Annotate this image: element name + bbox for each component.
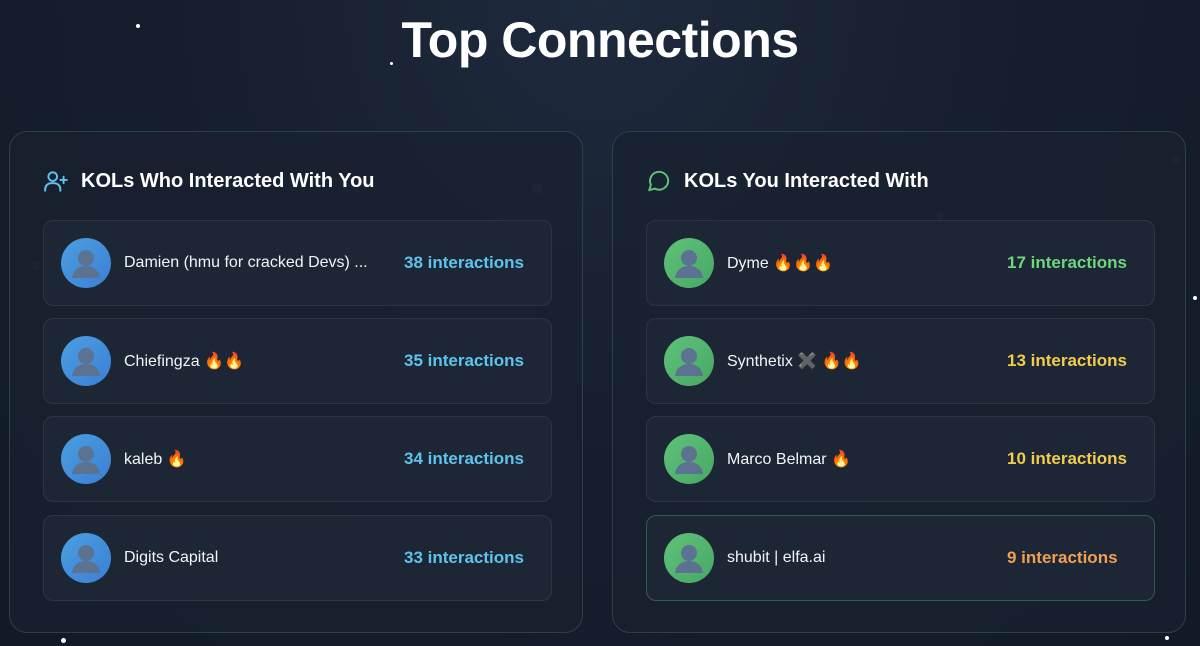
chat-bubble-icon — [646, 168, 672, 194]
kol-name: Dyme 🔥🔥🔥 — [727, 255, 833, 272]
avatar — [61, 336, 111, 386]
kols-interacted-with-you-panel: KOLs Who Interacted With You Damien (hmu… — [9, 131, 583, 633]
panel-title: KOLs You Interacted With — [684, 169, 929, 192]
interaction-count: 10 interactions — [1007, 449, 1127, 468]
user-plus-icon — [43, 168, 69, 194]
interaction-count: 34 interactions — [404, 449, 524, 468]
kol-name: Marco Belmar 🔥 — [727, 451, 851, 468]
avatar — [61, 238, 111, 288]
kol-row[interactable]: Dyme 🔥🔥🔥 17 interactions — [646, 220, 1155, 306]
kol-name: shubit | elfa.ai — [727, 549, 826, 566]
avatar — [61, 434, 111, 484]
avatar — [664, 533, 714, 583]
star-decoration — [1193, 296, 1197, 300]
kol-row[interactable]: Synthetix ✖️ 🔥🔥 13 interactions — [646, 318, 1155, 404]
panel-header: KOLs You Interacted With — [646, 166, 929, 196]
interaction-count: 33 interactions — [404, 548, 524, 567]
avatar — [664, 434, 714, 484]
panel-title: KOLs Who Interacted With You — [81, 169, 375, 192]
kol-row[interactable]: shubit | elfa.ai 9 interactions — [646, 515, 1155, 601]
kol-name: kaleb 🔥 — [124, 451, 187, 468]
panel-header: KOLs Who Interacted With You — [43, 166, 375, 196]
avatar — [664, 238, 714, 288]
page-title: Top Connections — [401, 12, 799, 68]
interaction-count: 9 interactions — [1007, 548, 1118, 567]
kol-row[interactable]: Marco Belmar 🔥 10 interactions — [646, 416, 1155, 502]
kol-row[interactable]: Digits Capital 33 interactions — [43, 515, 552, 601]
star-decoration — [1165, 636, 1169, 640]
interaction-count: 35 interactions — [404, 351, 524, 370]
interaction-count: 17 interactions — [1007, 253, 1127, 272]
avatar — [664, 336, 714, 386]
kols-you-interacted-with-panel: KOLs You Interacted With Dyme 🔥🔥🔥 17 int… — [612, 131, 1186, 633]
interaction-count: 38 interactions — [404, 253, 524, 272]
kol-row[interactable]: Chiefingza 🔥🔥 35 interactions — [43, 318, 552, 404]
interaction-count: 13 interactions — [1007, 351, 1127, 370]
kol-row[interactable]: Damien (hmu for cracked Devs) ... 38 int… — [43, 220, 552, 306]
kol-name: Damien (hmu for cracked Devs) ... — [124, 254, 368, 271]
kol-name: Synthetix ✖️ 🔥🔥 — [727, 353, 862, 370]
kol-name: Chiefingza 🔥🔥 — [124, 353, 244, 370]
kol-name: Digits Capital — [124, 549, 219, 566]
avatar — [61, 533, 111, 583]
star-decoration — [61, 638, 66, 643]
kol-row[interactable]: kaleb 🔥 34 interactions — [43, 416, 552, 502]
